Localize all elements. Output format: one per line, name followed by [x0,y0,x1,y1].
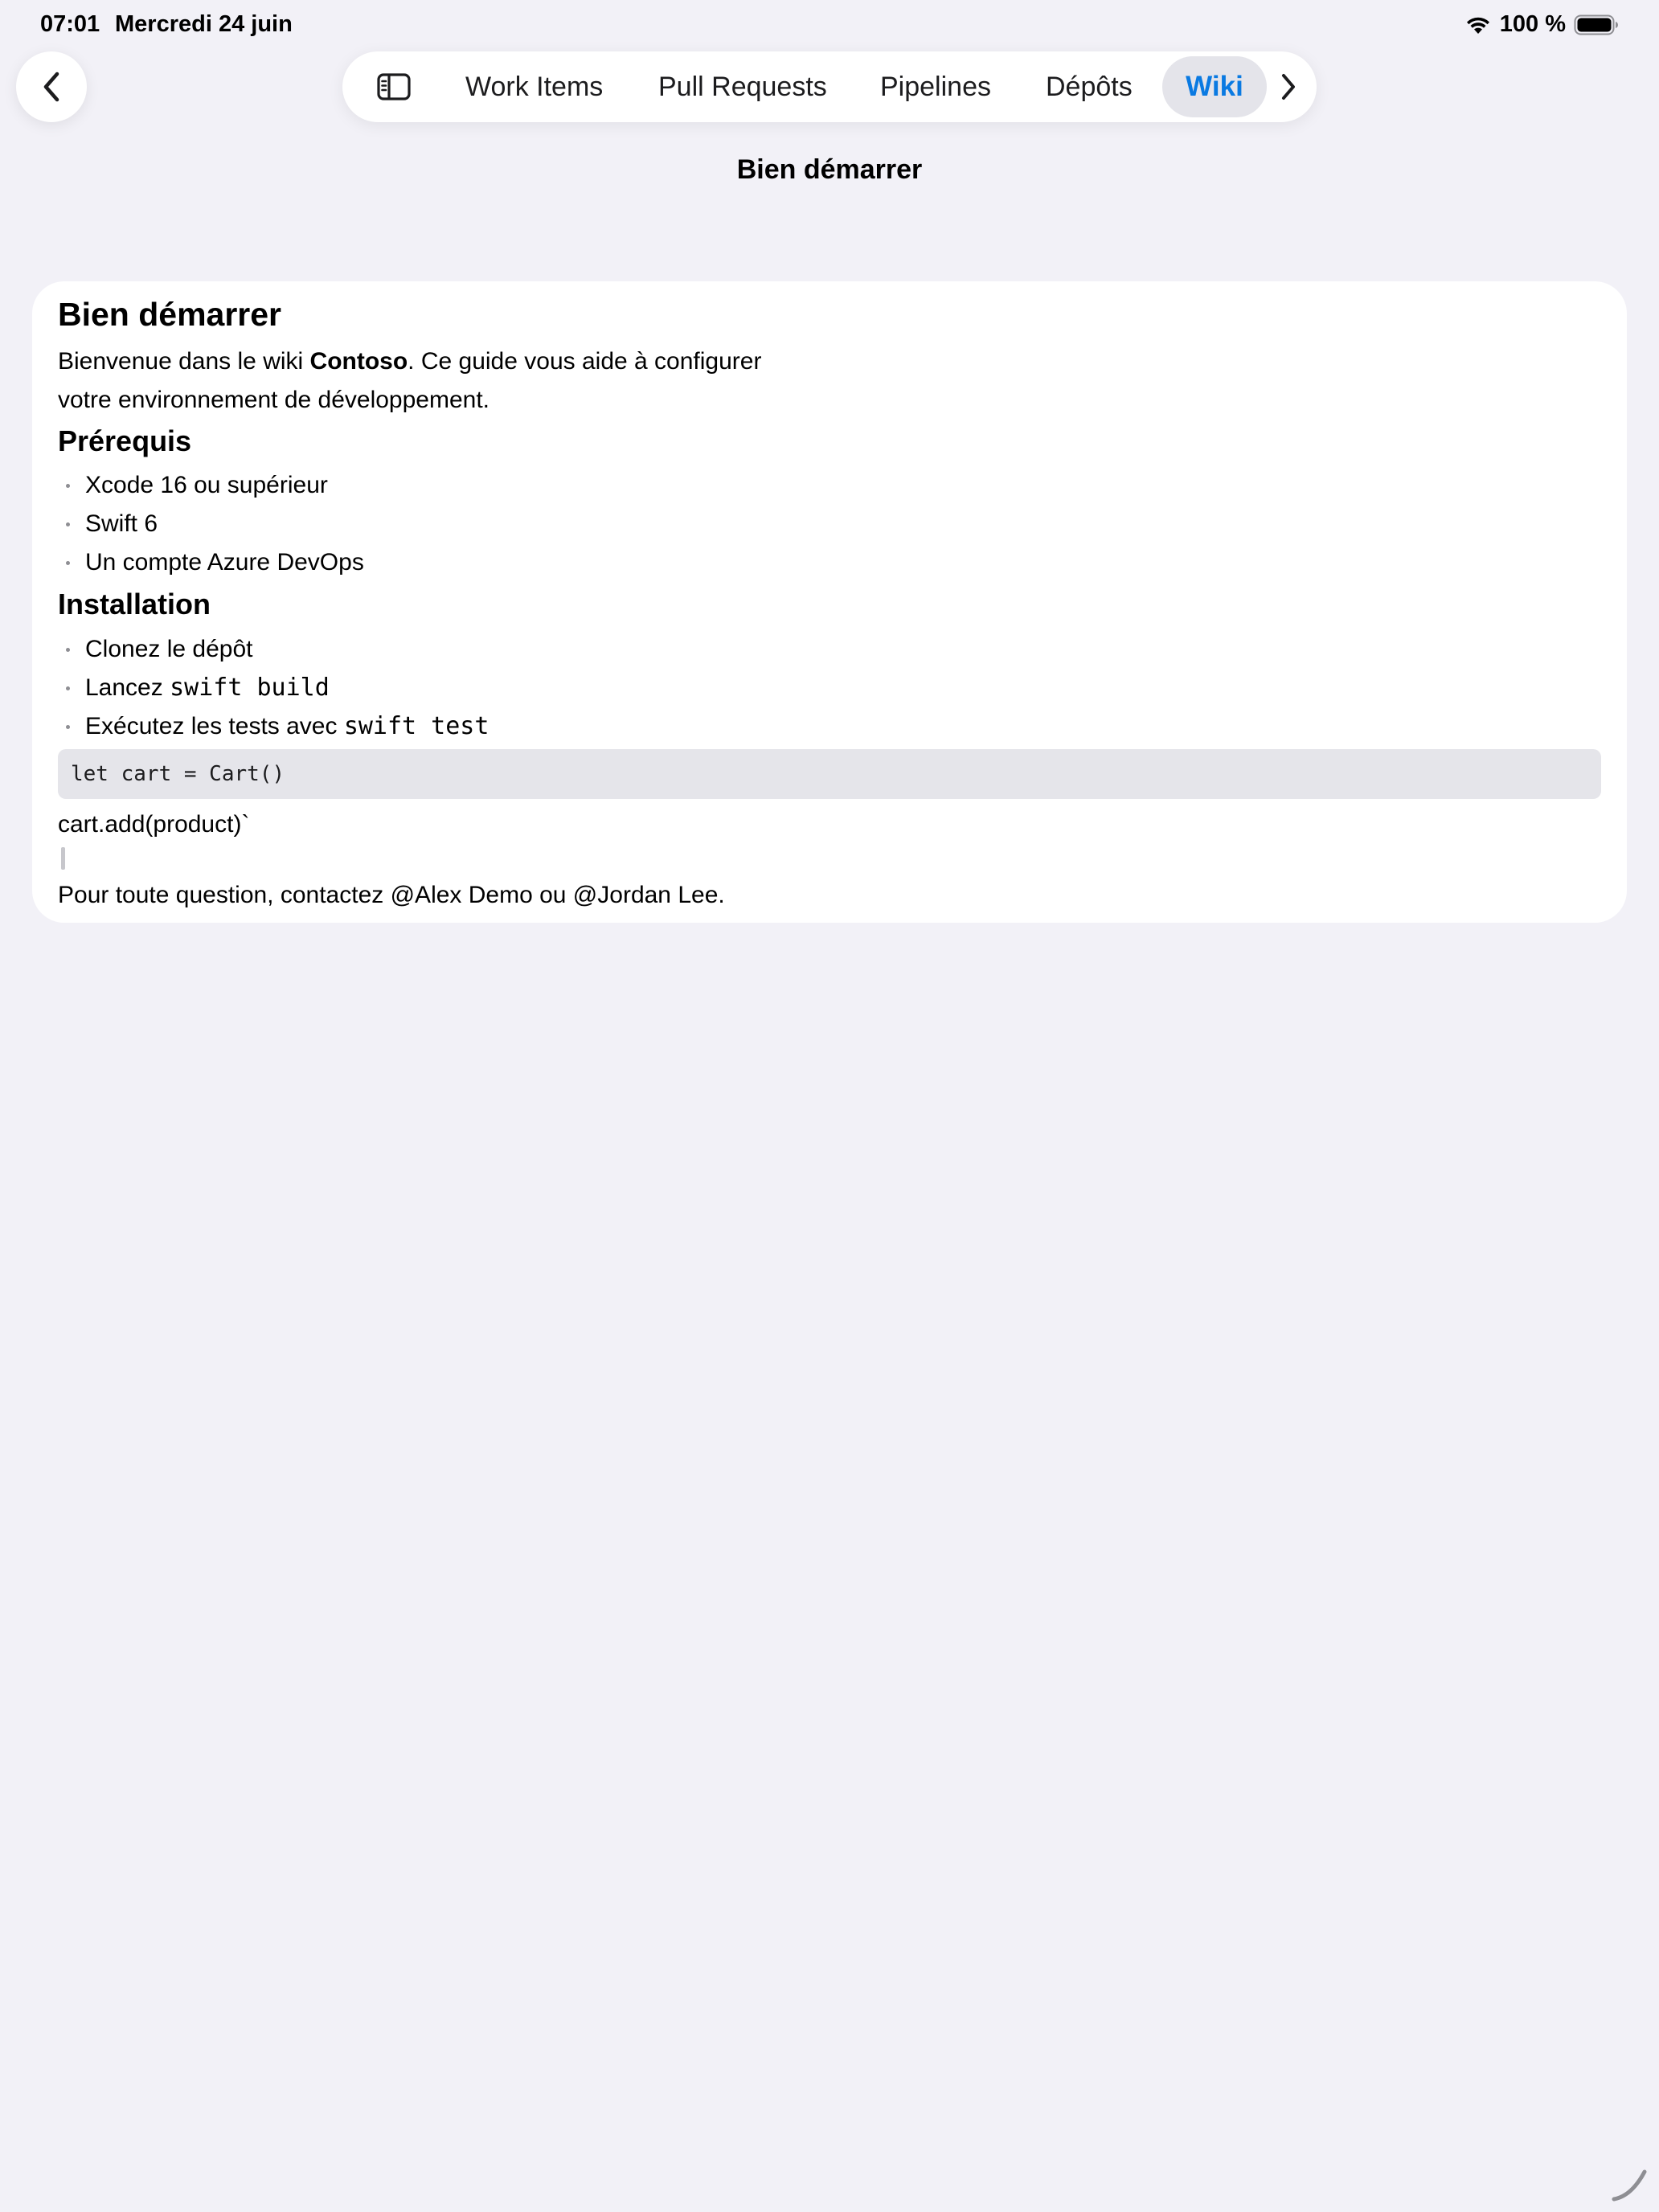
tab-wiki-label: Wiki [1186,71,1243,102]
install-list: Clonez le dépôt Lancez swift build Exécu… [58,630,489,746]
back-button[interactable] [16,51,87,122]
wifi-icon [1464,14,1492,35]
tab-bar: Work Items Pull Requests Pipelines Dépôt… [342,51,1317,122]
inline-code: swift test [343,712,490,740]
list-item: Swift 6 [58,505,364,543]
chevron-left-icon [39,69,63,104]
scribble-corner-icon[interactable] [1606,2159,1651,2204]
status-bar: 07:01 Mercredi 24 juin 100 % [0,0,1659,51]
list-item: Xcode 16 ou supérieur [58,466,364,505]
status-date: Mercredi 24 juin [115,11,293,37]
bullet [66,522,70,526]
bullet [66,686,70,690]
tab-wiki[interactable]: Wiki [1162,56,1267,117]
list-item: Lancez swift build [58,669,489,707]
list-item: Exécutez les tests avec swift test [58,707,489,746]
bullet [66,725,70,729]
chevron-right-icon [1280,72,1297,101]
status-time: 07:01 [40,11,100,37]
code-continuation-text: cart.add(product)` [58,811,250,838]
tab-pull-requests[interactable]: Pull Requests [658,51,827,122]
list-item-text: Xcode 16 ou supérieur [85,472,328,498]
contact-paragraph: Pour toute question, contactez @Alex Dem… [58,882,725,908]
blockquote-bar [61,847,65,870]
tab-work-items[interactable]: Work Items [465,51,603,122]
inline-code: swift build [170,674,330,702]
intro-paragraph: Bienvenue dans le wiki Contoso. Ce guide… [58,342,821,420]
prereq-heading: Prérequis [58,424,192,457]
tab-scroll-more-button[interactable] [1276,71,1301,103]
list-item-text: Un compte Azure DevOps [85,549,364,576]
bullet [66,484,70,488]
intro-bold-text: Contoso [309,348,408,375]
wiki-content-card: Bien démarrer Bienvenue dans le wiki Con… [32,281,1627,923]
tab-depots[interactable]: Dépôts [1046,51,1133,122]
sidebar-toggle-button[interactable] [376,69,412,104]
status-indicators: 100 % [1464,11,1619,38]
list-item: Clonez le dépôt [58,630,489,669]
list-item: Un compte Azure DevOps [58,543,364,582]
list-item-text: Exécutez les tests avec [85,713,344,739]
code-block: let cart = Cart() [58,749,1601,799]
sidebar-icon [377,73,411,100]
install-heading: Installation [58,588,211,621]
battery-percent: 100 % [1499,11,1566,37]
list-item-text: Lancez [85,674,170,701]
list-item-text: Clonez le dépôt [85,636,253,662]
list-item-text: Swift 6 [85,510,158,537]
bullet [66,648,70,652]
battery-icon [1574,14,1619,35]
document-title: Bien démarrer [58,296,282,333]
intro-text-start: Bienvenue dans le wiki [58,348,310,375]
bullet [66,561,70,565]
tab-pipelines[interactable]: Pipelines [880,51,991,122]
prereq-list: Xcode 16 ou supérieur Swift 6 Un compte … [58,466,364,582]
page-title: Bien démarrer [736,154,923,185]
